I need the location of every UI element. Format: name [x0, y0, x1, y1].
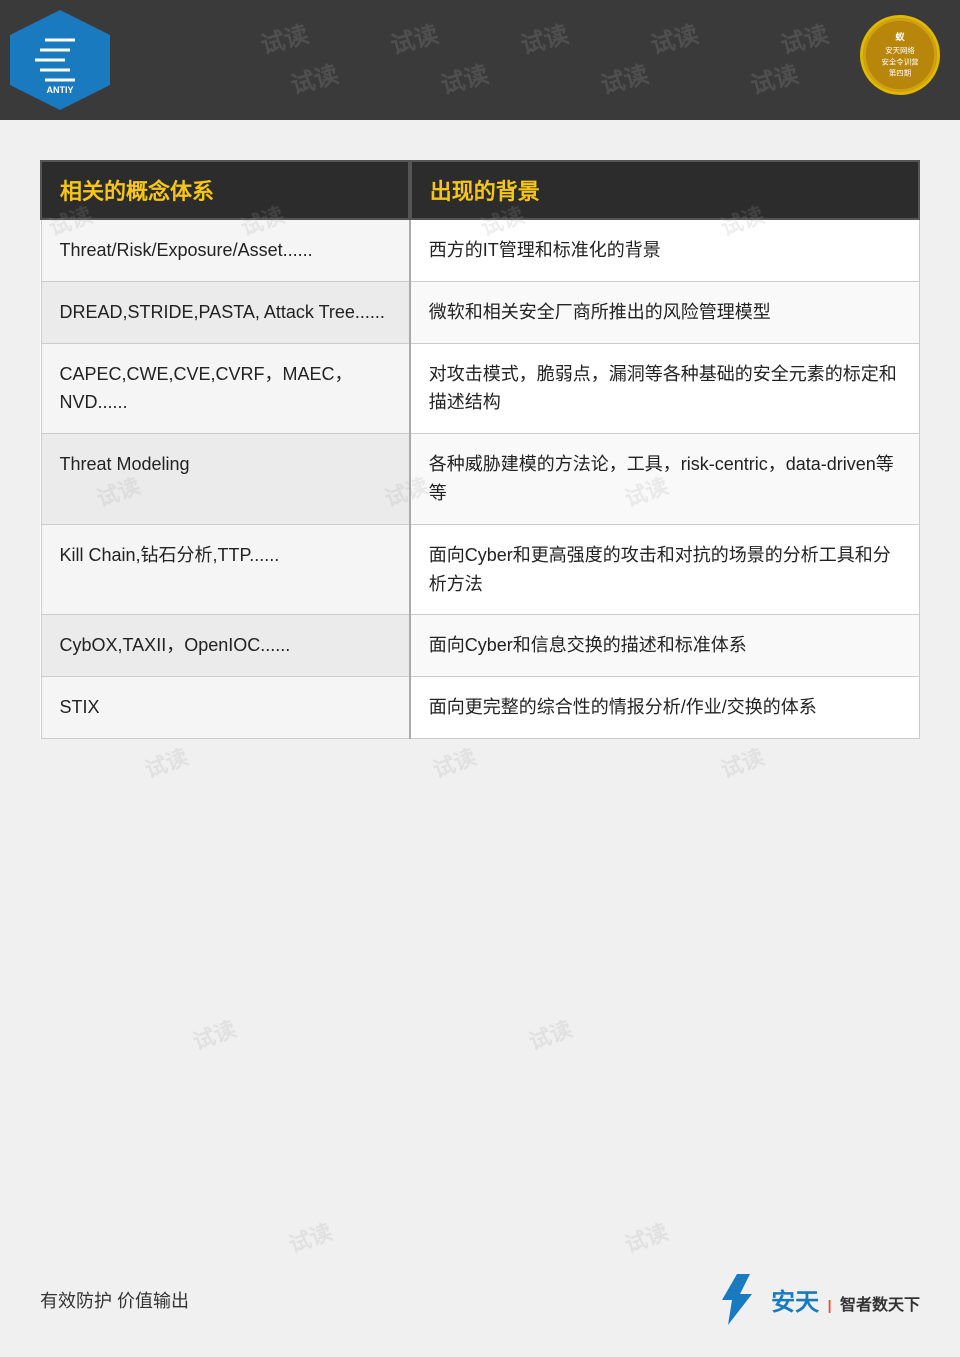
table-row: Kill Chain,钻石分析,TTP......面向Cyber和更高强度的攻击… — [41, 524, 919, 615]
concept-term: CAPEC,CWE,CVE,CVRF，MAEC，NVD...... — [41, 343, 410, 434]
table-row: Threat Modeling各种威胁建模的方法论，工具，risk-centri… — [41, 434, 919, 525]
header-watermark-5: 试读 — [776, 14, 831, 60]
concept-background: 对攻击模式，脆弱点，漏洞等各种基础的安全元素的标定和描述结构 — [410, 343, 919, 434]
svg-text:第四期: 第四期 — [889, 68, 911, 77]
svg-text:安天网络: 安天网络 — [885, 46, 915, 55]
header-watermark-7: 试读 — [436, 54, 491, 100]
col1-header: 相关的概念体系 — [41, 161, 410, 219]
col2-header: 出现的背景 — [410, 161, 919, 219]
table-row: CAPEC,CWE,CVE,CVRF，MAEC，NVD......对攻击模式，脆… — [41, 343, 919, 434]
footer-slogan: 有效防护 价值输出 — [40, 1287, 189, 1313]
concept-term: Threat Modeling — [41, 434, 410, 525]
header-watermark-9: 试读 — [746, 54, 801, 100]
badge-circle: 蚁 安天网络 安全令训营 第四期 — [860, 15, 940, 95]
badge-svg: 蚁 安天网络 安全令训营 第四期 — [860, 18, 940, 92]
footer-separator: | — [828, 1297, 832, 1313]
header-watermark-6: 试读 — [286, 54, 341, 100]
footer-brand-name: 安天 — [771, 1289, 819, 1316]
main-content: 相关的概念体系 出现的背景 Threat/Risk/Exposure/Asset… — [0, 120, 960, 769]
logo-icon: ANTIY — [25, 25, 95, 95]
page-watermark-11: 试读 — [524, 1011, 576, 1056]
footer-logo-icon: ANTIY — [710, 1272, 765, 1327]
concept-background: 各种威胁建模的方法论，工具，risk-centric，data-driven等等 — [410, 434, 919, 525]
header-watermark-4: 试读 — [646, 14, 701, 60]
header-watermark-area: 试读 试读 试读 试读 试读 试读 试读 试读 试读 — [110, 0, 960, 120]
antiy-logo: ANTIY — [10, 10, 110, 110]
training-badge: 蚁 安天网络 安全令训营 第四期 — [850, 10, 950, 100]
svg-text:ANTIY: ANTIY — [47, 85, 74, 95]
concept-term: CybOX,TAXII，OpenIOC...... — [41, 615, 410, 677]
header-watermark-2: 试读 — [386, 14, 441, 60]
concept-table: 相关的概念体系 出现的背景 Threat/Risk/Exposure/Asset… — [40, 160, 920, 739]
header-watermark-3: 试读 — [516, 14, 571, 60]
page-watermark-13: 试读 — [620, 1215, 672, 1260]
concept-term: Threat/Risk/Exposure/Asset...... — [41, 219, 410, 281]
concept-background: 面向更完整的综合性的情报分析/作业/交换的体系 — [410, 677, 919, 739]
page-header: ANTIY 试读 试读 试读 试读 试读 试读 试读 试读 试读 蚁 安天网络 … — [0, 0, 960, 120]
table-row: DREAD,STRIDE,PASTA, Attack Tree......微软和… — [41, 281, 919, 343]
footer-logo: ANTIY 安天 | 智者数天下 — [710, 1272, 920, 1327]
header-watermark-8: 试读 — [596, 54, 651, 100]
concept-term: DREAD,STRIDE,PASTA, Attack Tree...... — [41, 281, 410, 343]
footer-brand-text: 安天 | 智者数天下 — [771, 1282, 920, 1317]
concept-term: STIX — [41, 677, 410, 739]
svg-text:蚁: 蚁 — [895, 31, 905, 42]
table-row: Threat/Risk/Exposure/Asset......西方的IT管理和… — [41, 219, 919, 281]
table-row: CybOX,TAXII，OpenIOC......面向Cyber和信息交换的描述… — [41, 615, 919, 677]
page-watermark-10: 试读 — [188, 1011, 240, 1056]
page-watermark-12: 试读 — [284, 1215, 336, 1260]
concept-background: 西方的IT管理和标准化的背景 — [410, 219, 919, 281]
concept-background: 面向Cyber和信息交换的描述和标准体系 — [410, 615, 919, 677]
concept-background: 微软和相关安全厂商所推出的风险管理模型 — [410, 281, 919, 343]
concept-background: 面向Cyber和更高强度的攻击和对抗的场景的分析工具和分析方法 — [410, 524, 919, 615]
footer-sub-text: 智者数天下 — [840, 1297, 920, 1314]
concept-term: Kill Chain,钻石分析,TTP...... — [41, 524, 410, 615]
svg-text:安全令训营: 安全令训营 — [882, 57, 919, 66]
header-watermark-1: 试读 — [256, 14, 311, 60]
table-row: STIX面向更完整的综合性的情报分析/作业/交换的体系 — [41, 677, 919, 739]
page-footer: 有效防护 价值输出 ANTIY 安天 | 智者数天下 — [0, 1272, 960, 1327]
